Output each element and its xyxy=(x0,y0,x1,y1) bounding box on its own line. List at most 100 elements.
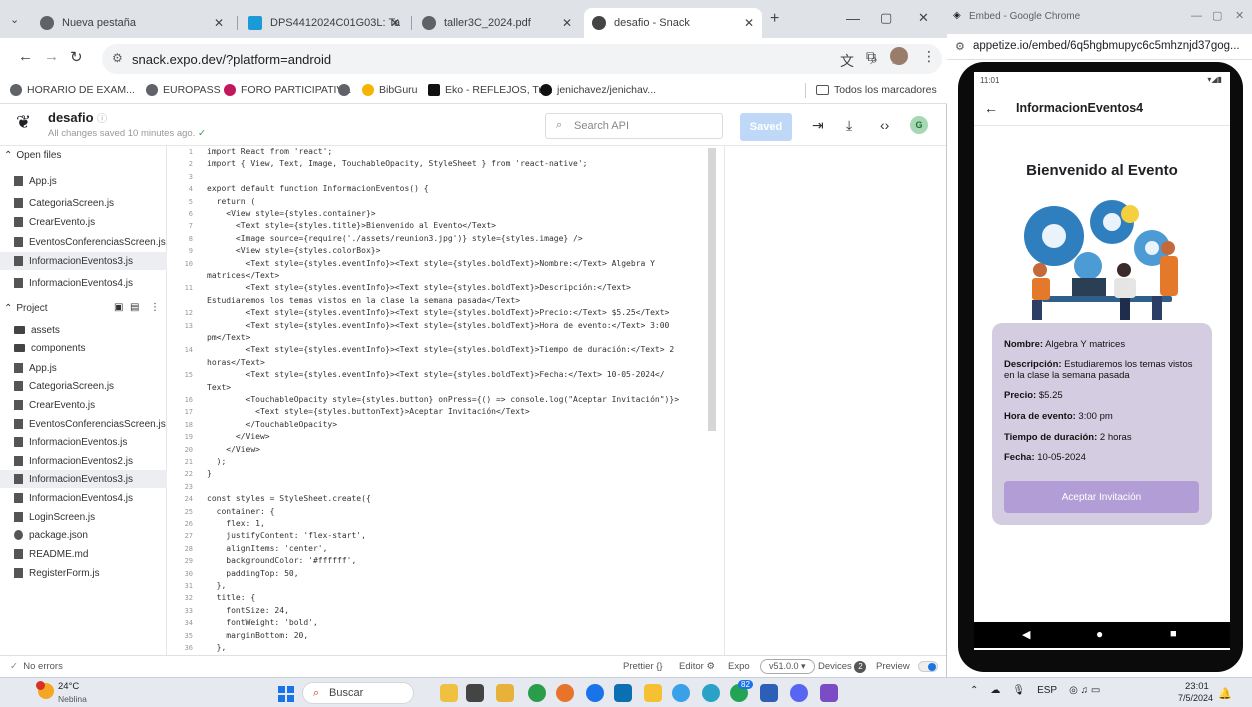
system-tray[interactable]: ⌃ ☁ 🎙 ESP ◎ ♫ ▭ xyxy=(970,685,1108,696)
open-file-crearevento[interactable]: CrearEvento.js xyxy=(14,213,166,231)
code-line[interactable]: const styles = StyleSheet.create({ xyxy=(207,494,371,503)
open-files-header[interactable]: ⌃ Open files xyxy=(4,150,61,161)
edge-dev-icon[interactable] xyxy=(702,684,720,702)
tab-search-icon[interactable]: ⌄ xyxy=(10,13,19,26)
project-folder-components[interactable]: components xyxy=(14,339,166,357)
extensions-icon[interactable]: ⧉ xyxy=(866,48,876,65)
chrome-taskbar-icon[interactable] xyxy=(528,684,546,702)
close-window-button[interactable]: ✕ xyxy=(1235,9,1244,22)
clock-date[interactable]: 7/5/2024 xyxy=(1178,693,1213,703)
site-info-icon[interactable]: ⚙ xyxy=(955,40,965,53)
close-icon[interactable]: ✕ xyxy=(744,16,754,30)
task-view-icon[interactable] xyxy=(466,684,484,702)
discord-icon[interactable] xyxy=(790,684,808,702)
address-bar[interactable]: ⚙ snack.expo.dev/?platform=android 文 ⌕ ☆ xyxy=(102,44,942,74)
store-icon[interactable] xyxy=(614,684,632,702)
code-editor[interactable]: 1 2 3 4 5 6 7 8 9 10 11 12 13 14 15 16 17 18 19 20 21 22 23 24 2… xyxy=(167,146,724,655)
bookmark-horario[interactable]: HORARIO DE EXAM... xyxy=(10,84,135,96)
close-icon[interactable]: ✕ xyxy=(214,16,224,30)
snack-logo-icon[interactable]: ❦ xyxy=(16,112,38,134)
taskbar-search[interactable]: ⌕ Buscar xyxy=(302,682,414,704)
more-icon[interactable]: ⋮ xyxy=(150,302,160,313)
tab-dps-taller[interactable]: DPS4412024C01G03L: Taller ✕ xyxy=(240,8,408,38)
code-line[interactable]: container: { xyxy=(207,507,275,516)
project-file[interactable]: LoginScreen.js xyxy=(14,508,166,526)
reload-button[interactable]: ↻ xyxy=(70,48,83,66)
vscode-icon[interactable] xyxy=(586,684,604,702)
forward-button[interactable]: → xyxy=(44,48,59,65)
code-line[interactable]: <View style={styles.colorBox}> xyxy=(207,246,381,255)
bookmark-bibguru-dot[interactable] xyxy=(338,84,355,96)
back-arrow-icon[interactable]: ← xyxy=(984,100,998,116)
code-line[interactable]: pm</Text> xyxy=(207,333,250,342)
code-line[interactable]: </View> xyxy=(207,445,260,454)
code-line[interactable]: marginBottom: 20, xyxy=(207,631,308,640)
code-line[interactable]: fontWeight: 'bold', xyxy=(207,618,318,627)
site-info-icon[interactable]: ⚙ xyxy=(112,51,123,65)
search-api-input[interactable]: ⌕ Search API xyxy=(545,113,723,139)
back-button[interactable]: ← xyxy=(18,48,33,65)
code-line[interactable]: <Text style={styles.buttonText}>Aceptar … xyxy=(207,407,530,416)
new-file-icon[interactable]: ▣ xyxy=(114,302,123,313)
tab-taller-pdf[interactable]: taller3C_2024.pdf ✕ xyxy=(414,8,580,38)
project-file[interactable]: InformacionEventos2.js xyxy=(14,452,166,470)
nav-home-icon[interactable]: ● xyxy=(1096,627,1103,641)
project-file[interactable]: EventosConferenciasScreen.js xyxy=(14,415,166,433)
all-bookmarks[interactable]: Todos los marcadores xyxy=(816,84,937,96)
devices-button[interactable]: Devices 2 xyxy=(818,661,867,673)
minimize-button[interactable]: — xyxy=(846,10,860,26)
project-file[interactable]: CategoriaScreen.js xyxy=(14,377,166,395)
bookmark-eko[interactable]: Eko - REFLEJOS, Tu... xyxy=(428,84,553,96)
project-file[interactable]: App.js xyxy=(14,359,166,377)
code-line[interactable]: Text> xyxy=(207,383,231,392)
code-line[interactable]: <Text style={styles.eventInfo}><Text sty… xyxy=(207,321,670,330)
code-line[interactable]: horas</Text> xyxy=(207,358,265,367)
code-line[interactable]: alignItems: 'center', xyxy=(207,544,327,553)
close-window-button[interactable]: ✕ xyxy=(918,10,929,26)
menu-icon[interactable]: ⋮ xyxy=(922,48,936,65)
code-line[interactable]: </TouchableOpacity> xyxy=(207,420,338,429)
close-icon[interactable]: ✕ xyxy=(390,16,400,30)
open-file-categoria[interactable]: CategoriaScreen.js xyxy=(14,194,166,212)
nav-recents-icon[interactable]: ■ xyxy=(1170,628,1177,640)
word-icon[interactable] xyxy=(760,684,778,702)
code-line[interactable]: import { View, Text, Image, TouchableOpa… xyxy=(207,159,588,168)
code-line[interactable]: <Text style={styles.eventInfo}><Text sty… xyxy=(207,259,655,268)
tab-nueva-pestana[interactable]: Nueva pestaña ✕ xyxy=(32,8,232,38)
code-line[interactable]: flex: 1, xyxy=(207,519,265,528)
code-line[interactable]: matrices</Text> xyxy=(207,271,279,280)
bookmark-foro[interactable]: FORO PARTICIPATIV... xyxy=(224,84,351,96)
export-icon[interactable]: ⇥ xyxy=(812,117,824,134)
code-line[interactable]: <Text style={styles.title}>Bienvenido al… xyxy=(207,221,496,230)
edge-icon[interactable] xyxy=(672,684,690,702)
profile-avatar[interactable] xyxy=(890,47,908,65)
new-folder-icon[interactable]: ▤ xyxy=(130,302,139,313)
new-tab-button[interactable]: + xyxy=(770,10,779,28)
code-line[interactable]: export default function InformacionEvent… xyxy=(207,184,429,193)
nav-back-icon[interactable]: ◀ xyxy=(1022,628,1030,641)
maximize-button[interactable]: ▢ xyxy=(1212,9,1222,22)
code-line[interactable]: justifyContent: 'flex-start', xyxy=(207,531,366,540)
project-file[interactable]: package.json xyxy=(14,526,166,544)
close-icon[interactable]: ✕ xyxy=(562,16,572,30)
windows-start-icon[interactable] xyxy=(278,686,294,702)
file-explorer-icon[interactable] xyxy=(496,684,514,702)
info-icon[interactable]: ⓘ xyxy=(97,114,107,125)
clock-time[interactable]: 23:01 xyxy=(1185,681,1209,692)
user-avatar[interactable]: G xyxy=(910,116,928,134)
open-file-info4[interactable]: InformacionEventos4.js xyxy=(14,274,166,292)
code-line[interactable]: fontSize: 24, xyxy=(207,606,289,615)
prettier-toggle[interactable]: Prettier {} xyxy=(623,661,663,672)
project-file[interactable]: CrearEvento.js xyxy=(14,396,166,414)
project-header[interactable]: ⌃ Project xyxy=(4,303,48,314)
project-name[interactable]: desafio ⓘ xyxy=(48,110,107,125)
code-line[interactable]: backgroundColor: '#ffffff', xyxy=(207,556,356,565)
project-file[interactable]: RegisterForm.js xyxy=(14,564,166,582)
code-line[interactable]: Estudiaremos los temas vistos en la clas… xyxy=(207,296,520,305)
project-folder-assets[interactable]: assets xyxy=(14,321,166,339)
preview-toggle[interactable] xyxy=(918,661,938,672)
project-file-selected[interactable]: InformacionEventos3.js xyxy=(0,470,167,488)
project-file[interactable]: README.md xyxy=(14,545,166,563)
code-line[interactable]: }, xyxy=(207,581,227,590)
code-line[interactable]: <Text style={styles.eventInfo}><Text sty… xyxy=(207,308,670,317)
